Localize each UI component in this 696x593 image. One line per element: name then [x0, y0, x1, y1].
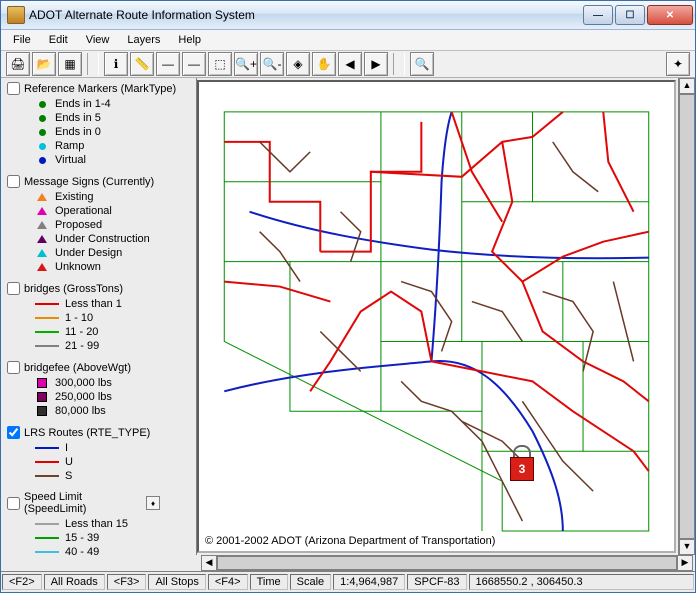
lrs-checkbox[interactable]	[7, 426, 20, 439]
status-coords: 1668550.2 , 306450.3	[469, 574, 694, 590]
status-f2-value[interactable]: All Roads	[44, 574, 105, 590]
minimize-button[interactable]: —	[583, 5, 613, 25]
find-icon[interactable]: 🔍	[410, 52, 434, 76]
bridges-checkbox[interactable]	[7, 282, 20, 295]
bridgefee-checkbox[interactable]	[7, 361, 20, 374]
rate-up-icon[interactable]: ♦	[146, 496, 160, 510]
menu-file[interactable]: File	[5, 32, 39, 48]
zoomfit-icon[interactable]: ◈	[286, 52, 310, 76]
zoomin-icon[interactable]: 🔍+	[234, 52, 258, 76]
status-projection: SPCF-83	[407, 574, 466, 590]
close-button[interactable]: ✕	[647, 5, 693, 25]
window-title: ADOT Alternate Route Information System	[29, 8, 583, 22]
vertical-scrollbar[interactable]: ▲ ▼	[678, 78, 695, 555]
link2-icon[interactable]: —	[182, 52, 206, 76]
status-scale-label: Scale	[290, 574, 332, 590]
app-icon	[7, 6, 25, 24]
pan-icon[interactable]: ✋	[312, 52, 336, 76]
bridges-title: bridges (GrossTons)	[24, 283, 123, 295]
app-window: ADOT Alternate Route Information System …	[0, 0, 696, 593]
menu-layers[interactable]: Layers	[119, 32, 168, 48]
scroll-down-icon[interactable]: ▼	[679, 539, 695, 555]
select-icon[interactable]: ▦	[58, 52, 82, 76]
lrs-title: LRS Routes (RTE_TYPE)	[24, 427, 150, 439]
refmarkers-checkbox[interactable]	[7, 82, 20, 95]
highlight-icon[interactable]: ✦	[666, 52, 690, 76]
refmarkers-title: Reference Markers (MarkType)	[24, 83, 176, 95]
horizontal-scrollbar[interactable]: ◀ ▶	[201, 555, 693, 571]
content-area: Reference Markers (MarkType) Ends in 1-4…	[1, 78, 695, 555]
info-icon[interactable]: ℹ	[104, 52, 128, 76]
layer-group-msgsigns: Message Signs (Currently) Existing Opera…	[7, 175, 190, 274]
next-icon[interactable]: ▶	[364, 52, 388, 76]
scroll-left-icon[interactable]: ◀	[201, 555, 217, 571]
menu-edit[interactable]: Edit	[41, 32, 76, 48]
status-scale-value: 1:4,964,987	[333, 574, 405, 590]
scroll-up-icon[interactable]: ▲	[679, 78, 695, 94]
layers-sidebar: Reference Markers (MarkType) Ends in 1-4…	[1, 78, 197, 555]
print-icon[interactable]: 🖨	[6, 52, 30, 76]
layer-group-bridgefee: bridgefee (AboveWgt) 300,000 lbs 250,000…	[7, 361, 190, 418]
menu-view[interactable]: View	[78, 32, 118, 48]
map-canvas[interactable]: 3 © 2001-2002 ADOT (Arizona Department o…	[197, 80, 676, 553]
map-copyright: © 2001-2002 ADOT (Arizona Department of …	[205, 535, 495, 547]
title-bar: ADOT Alternate Route Information System …	[1, 1, 695, 30]
status-f3-value[interactable]: All Stops	[148, 574, 205, 590]
scroll-right-icon[interactable]: ▶	[677, 555, 693, 571]
msgsigns-title: Message Signs (Currently)	[24, 176, 154, 188]
lock-label: 3	[510, 457, 534, 481]
measure-icon[interactable]: 📏	[130, 52, 154, 76]
open-icon[interactable]: 📂	[32, 52, 56, 76]
speed-checkbox[interactable]	[7, 497, 20, 510]
prev-icon[interactable]: ◀	[338, 52, 362, 76]
layer-group-refmarkers: Reference Markers (MarkType) Ends in 1-4…	[7, 82, 190, 167]
zoomout-icon[interactable]: 🔍-	[260, 52, 284, 76]
layer-group-speed: Speed Limit (SpeedLimit) ♦ Less than 15 …	[7, 491, 190, 555]
status-bar: <F2> All Roads <F3> All Stops <F4> Time …	[1, 571, 695, 592]
status-f4-value[interactable]: Time	[250, 574, 288, 590]
menu-bar: File Edit View Layers Help	[1, 30, 695, 51]
zoomsel-icon[interactable]: ⬚	[208, 52, 232, 76]
msgsigns-checkbox[interactable]	[7, 175, 20, 188]
lock-marker[interactable]: 3	[510, 445, 534, 481]
menu-help[interactable]: Help	[170, 32, 209, 48]
maximize-button[interactable]: ☐	[615, 5, 645, 25]
speed-title: Speed Limit (SpeedLimit)	[24, 491, 146, 515]
toolbar: 🖨 📂 ▦ ℹ 📏 — — ⬚ 🔍+ 🔍- ◈ ✋ ◀ ▶ 🔍 ✦	[1, 51, 695, 78]
layer-group-bridges: bridges (GrossTons) Less than 1 1 - 10 1…	[7, 282, 190, 353]
link1-icon[interactable]: —	[156, 52, 180, 76]
layer-group-lrs: LRS Routes (RTE_TYPE) I U S	[7, 426, 190, 483]
bridgefee-title: bridgefee (AboveWgt)	[24, 362, 131, 374]
